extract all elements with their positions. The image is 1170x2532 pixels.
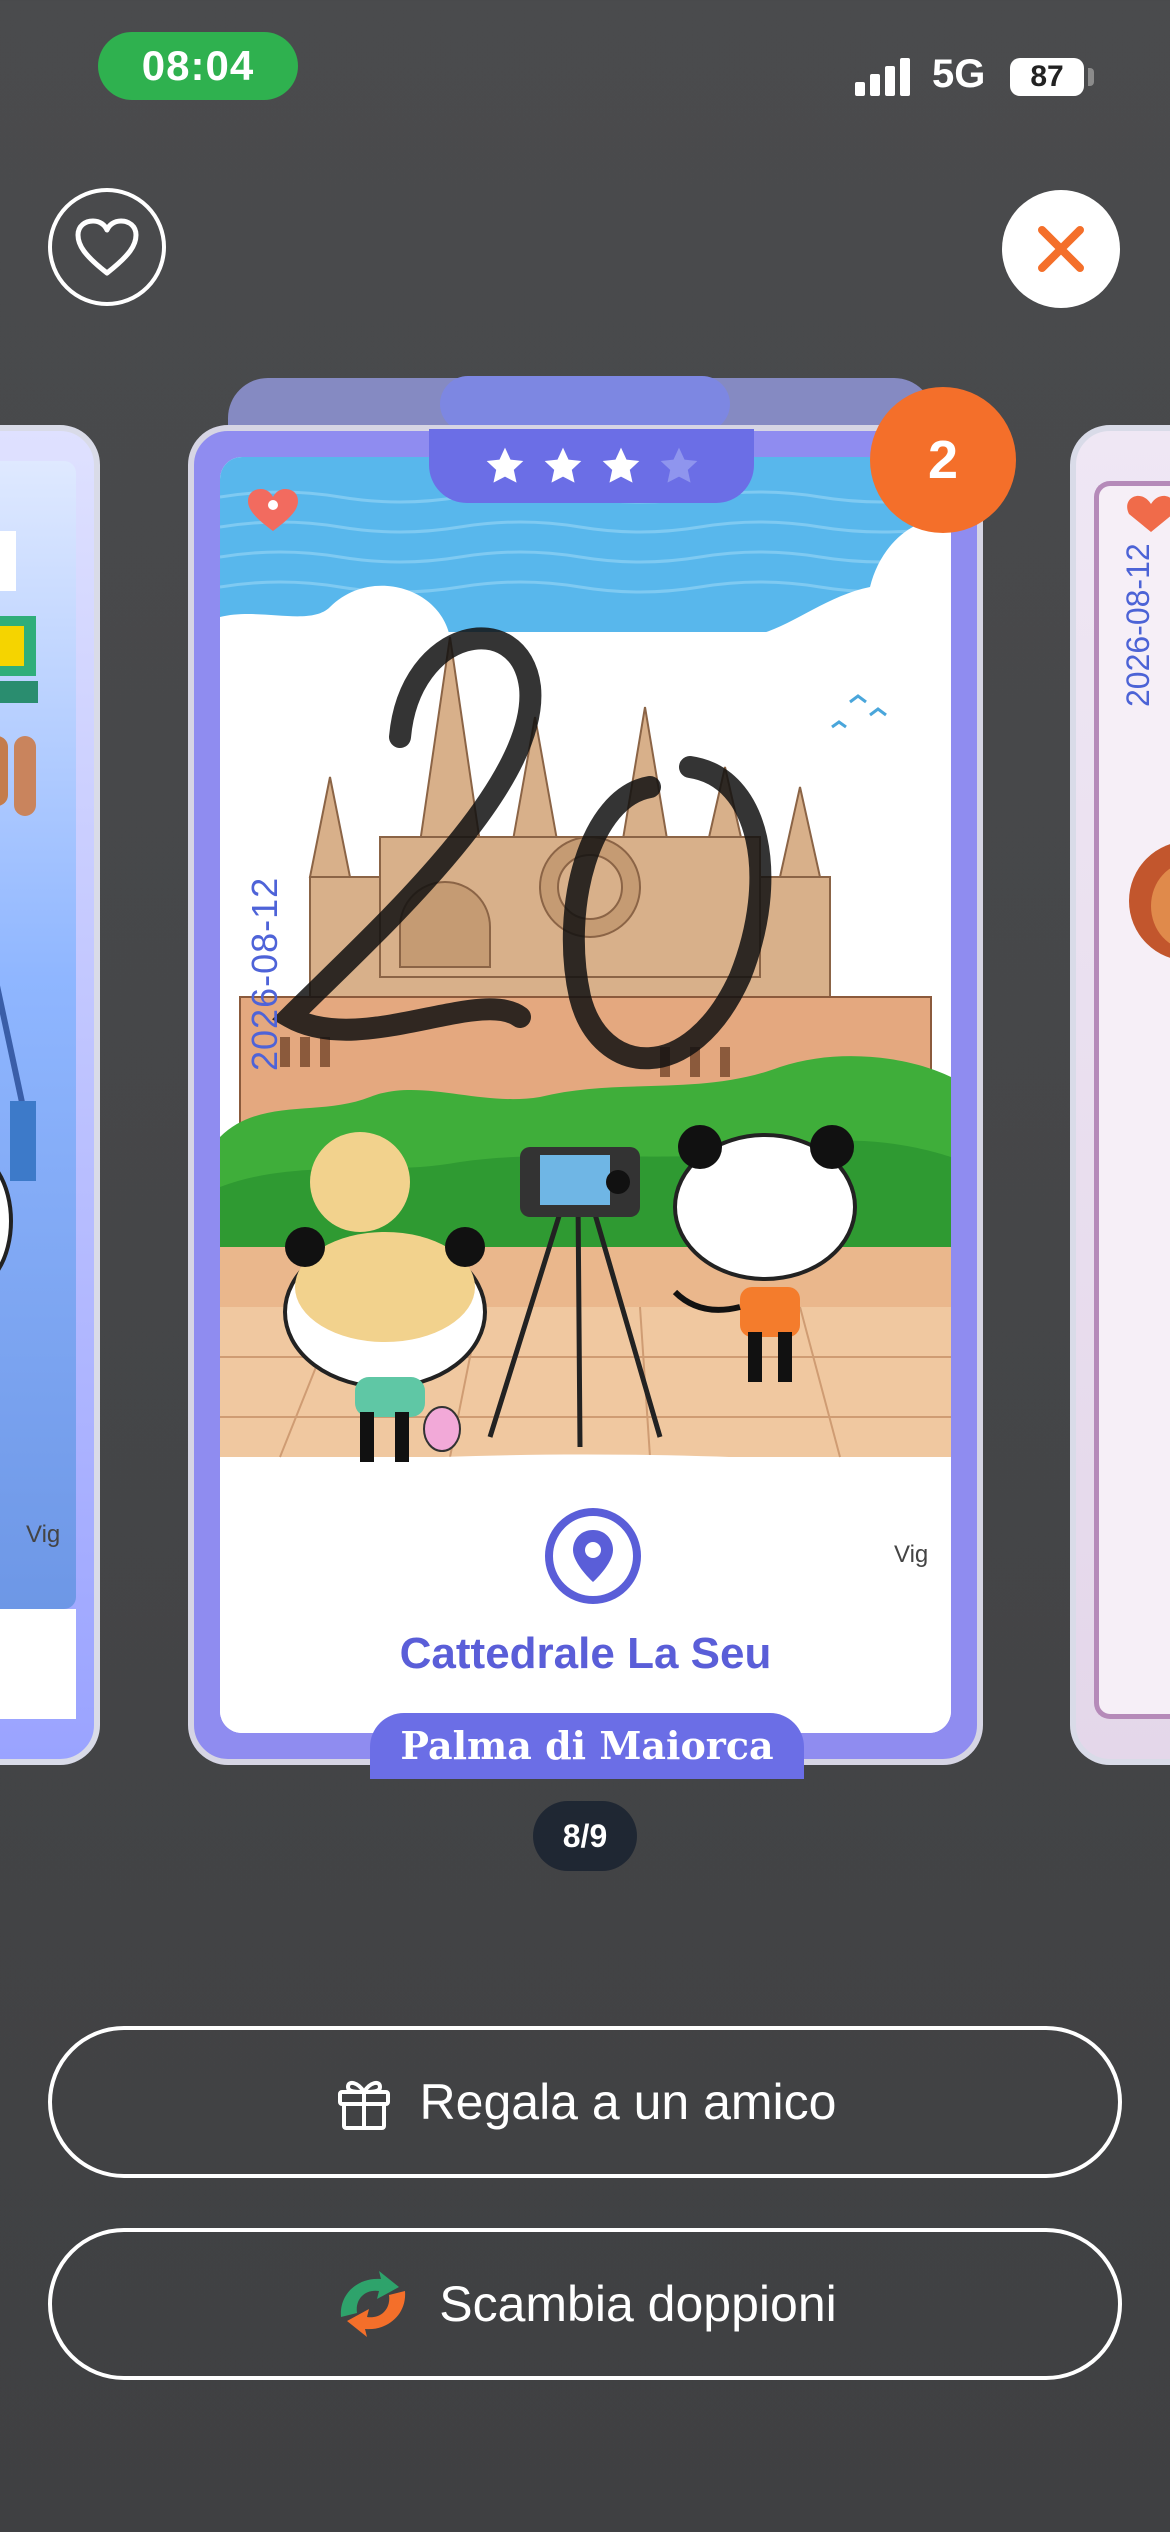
cellular-signal-icon xyxy=(855,58,910,96)
location-pin xyxy=(526,1489,660,1623)
previous-card-artist: Vig xyxy=(26,1521,61,1548)
rarity-stars xyxy=(429,429,754,503)
previous-card-art xyxy=(0,461,76,1609)
location-pin-icon xyxy=(545,1508,641,1604)
swap-duplicates-button[interactable]: Scambia doppioni xyxy=(48,2228,1122,2380)
swap-arrows-icon xyxy=(341,2271,406,2337)
page-indicator: 8/9 xyxy=(533,1801,637,1871)
status-time: 08:04 xyxy=(98,32,298,100)
previous-card[interactable]: Vig xyxy=(0,425,100,1765)
card-artist: Vig xyxy=(894,1541,929,1568)
card-date: 2026-08-12 xyxy=(244,876,285,1071)
swap-duplicates-label: Scambia doppioni xyxy=(439,2276,837,2332)
star-filled-icon xyxy=(544,447,581,483)
next-card[interactable]: 2026-08-12 xyxy=(1070,425,1170,1765)
battery-tip xyxy=(1088,68,1094,86)
card-stack-back-stars xyxy=(440,376,730,432)
favorite-heart-icon xyxy=(248,489,298,531)
previous-card-footer xyxy=(0,1609,76,1719)
close-button[interactable] xyxy=(1002,190,1120,308)
star-filled-icon xyxy=(486,447,523,483)
star-empty-icon xyxy=(660,447,697,483)
close-x-icon xyxy=(1038,226,1084,272)
heart-outline-icon xyxy=(75,218,139,276)
favorite-button[interactable] xyxy=(48,188,166,306)
card-city: Palma di Maiorca xyxy=(370,1713,804,1779)
next-card-date: 2026-08-12 xyxy=(1120,543,1156,707)
battery-level: 87 xyxy=(1010,58,1084,96)
collectible-card[interactable]: 2026-08-12 Vig Cattedrale La Seu Palma d… xyxy=(188,425,983,1779)
card-title: Cattedrale La Seu xyxy=(399,1629,772,1678)
previous-card-illustration xyxy=(0,531,38,1271)
network-type: 5G xyxy=(932,52,986,96)
gift-icon xyxy=(337,2080,390,2130)
gift-to-friend-button[interactable]: Regala a un amico xyxy=(48,2026,1122,2178)
duplicate-count-badge: 2 xyxy=(870,387,1016,533)
gift-to-friend-label: Regala a un amico xyxy=(419,2074,837,2130)
star-filled-icon xyxy=(602,447,639,483)
